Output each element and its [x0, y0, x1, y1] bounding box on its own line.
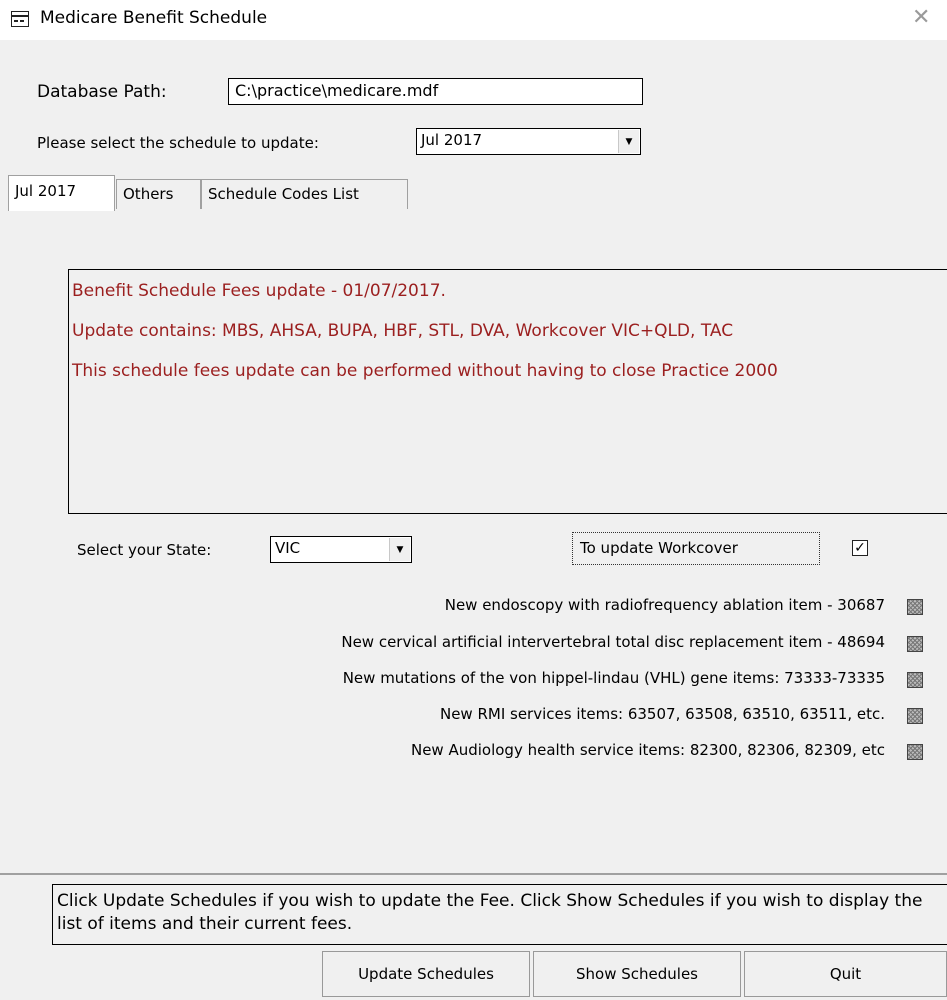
show-schedules-button[interactable]: Show Schedules [533, 951, 741, 997]
window-title: Medicare Benefit Schedule [40, 8, 268, 28]
state-dropdown[interactable]: VIC ▼ [270, 536, 412, 563]
database-path-label: Database Path: [37, 82, 167, 102]
update-info-box: Benefit Schedule Fees update - 01/07/201… [68, 269, 947, 514]
schedule-select-label: Please select the schedule to update: [37, 134, 319, 152]
item-checkbox-rmi[interactable] [907, 708, 923, 724]
item-label-audiology: New Audiology health service items: 8230… [410, 741, 885, 759]
workcover-checkbox[interactable]: ✓ [852, 540, 868, 556]
close-icon[interactable]: ✕ [912, 5, 930, 30]
tab-jul-2017[interactable]: Jul 2017 [8, 175, 115, 211]
state-select-label: Select your State: [77, 541, 212, 559]
item-checkbox-cervical[interactable] [907, 636, 923, 652]
tab-schedule-codes-list[interactable]: Schedule Codes List [201, 179, 408, 209]
item-label-vhl: New mutations of the von hippel-lindau (… [342, 669, 885, 687]
info-line-contents: Update contains: MBS, AHSA, BUPA, HBF, S… [72, 321, 734, 341]
quit-button[interactable]: Quit [744, 951, 947, 997]
database-path-input[interactable]: C:\practice\medicare.mdf [228, 78, 643, 105]
item-label-cervical: New cervical artificial intervertebral t… [341, 633, 885, 651]
footer-separator [0, 873, 947, 875]
dropdown-arrow-icon[interactable]: ▼ [389, 538, 410, 561]
state-selected-value: VIC [275, 539, 301, 557]
form-icon [11, 11, 29, 27]
item-label-rmi: New RMI services items: 63507, 63508, 63… [439, 705, 885, 723]
item-label-endoscopy: New endoscopy with radiofrequency ablati… [444, 596, 885, 614]
dropdown-arrow-icon[interactable]: ▼ [618, 130, 639, 153]
item-checkbox-audiology[interactable] [907, 744, 923, 760]
item-checkbox-vhl[interactable] [907, 672, 923, 688]
info-line-note: This schedule fees update can be perform… [72, 361, 778, 381]
info-line-date: Benefit Schedule Fees update - 01/07/201… [72, 281, 446, 301]
tab-others[interactable]: Others [116, 179, 201, 209]
item-checkbox-endoscopy[interactable] [907, 599, 923, 615]
schedule-dropdown[interactable]: Jul 2017 ▼ [416, 128, 641, 155]
workcover-label[interactable]: To update Workcover [572, 532, 820, 565]
schedule-selected-value: Jul 2017 [421, 131, 483, 149]
update-schedules-button[interactable]: Update Schedules [322, 951, 530, 997]
help-text-box: Click Update Schedules if you wish to up… [52, 884, 947, 945]
